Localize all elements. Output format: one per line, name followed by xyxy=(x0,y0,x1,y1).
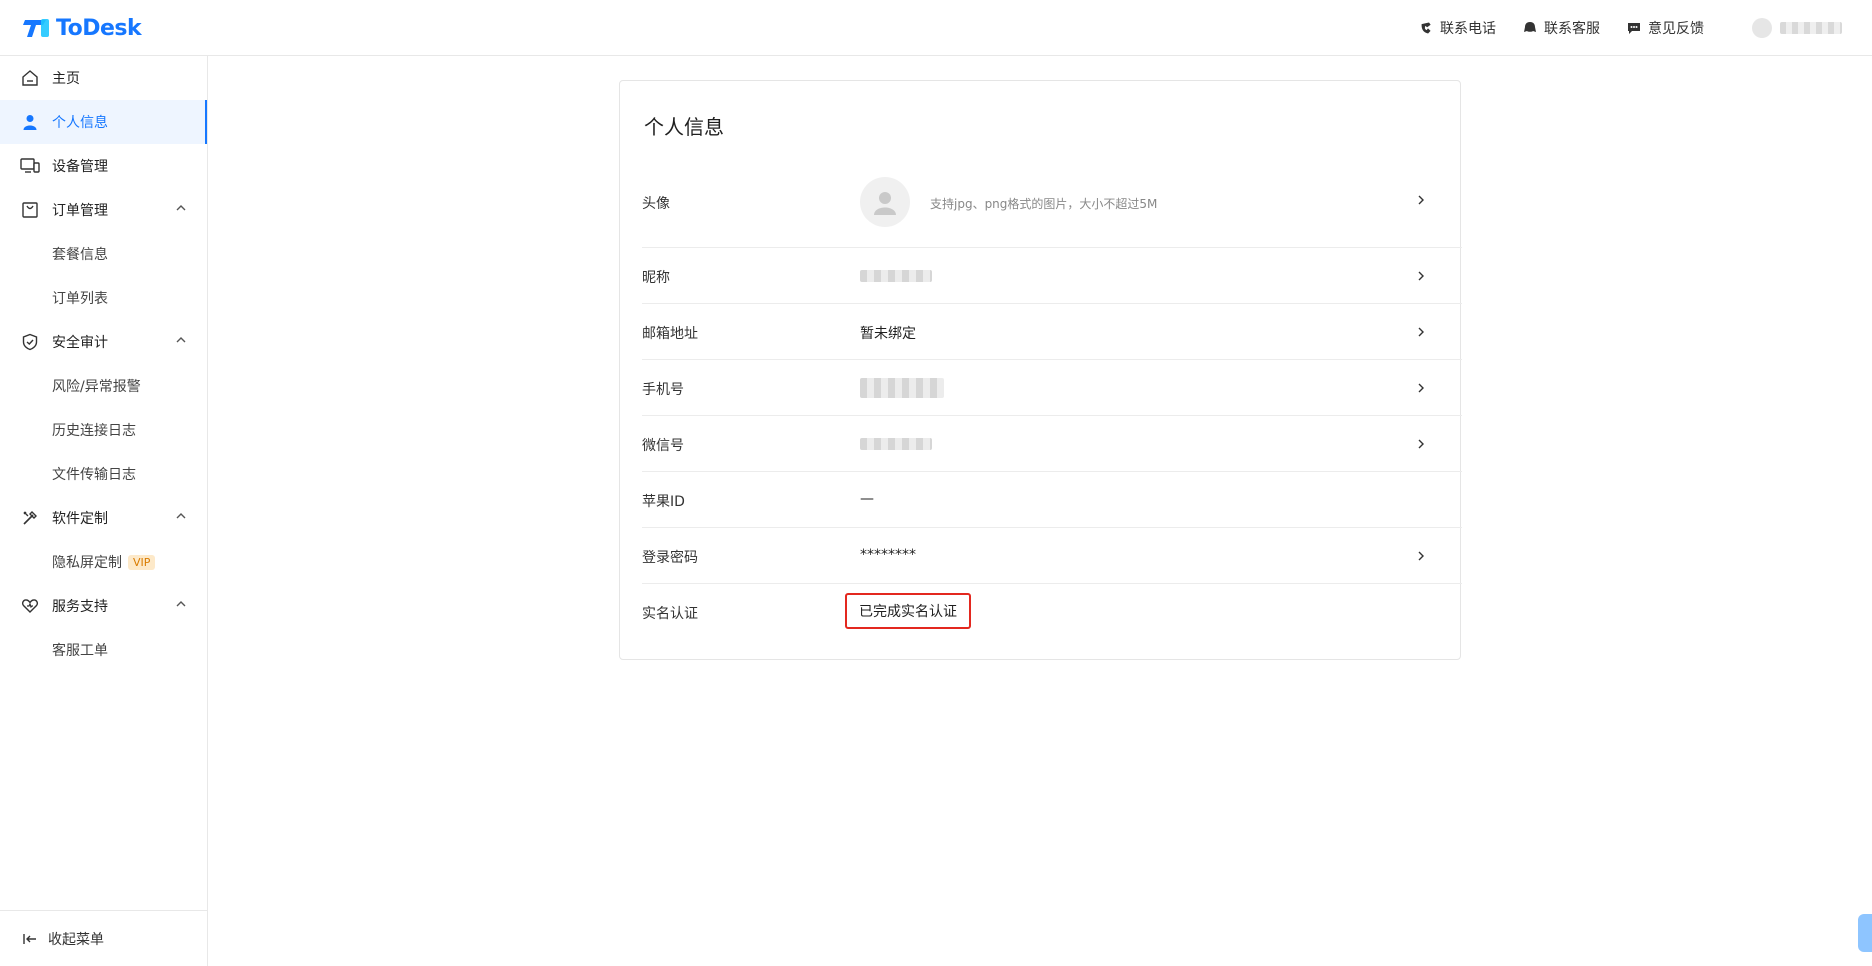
sidebar-item-label: 订单管理 xyxy=(52,203,108,219)
user-menu[interactable] xyxy=(1752,18,1842,38)
real-name-label: 实名认证 xyxy=(642,606,698,622)
sidebar-subitem-connection-log[interactable]: 历史连接日志 xyxy=(0,408,207,452)
wechat-label: 微信号 xyxy=(642,438,684,454)
sidebar-subitem-service-ticket[interactable]: 客服工单 xyxy=(0,628,207,672)
logo-text: ToDesk xyxy=(56,15,142,41)
apple-id-value: — xyxy=(860,491,874,507)
chat-bubble-icon xyxy=(1522,20,1538,36)
contact-service-label: 联系客服 xyxy=(1544,21,1600,37)
sidebar-item-orders[interactable]: 订单管理 xyxy=(0,188,207,232)
chevron-right-icon[interactable] xyxy=(1416,439,1426,449)
chevron-up-icon[interactable] xyxy=(175,334,187,346)
password-label: 登录密码 xyxy=(642,550,698,566)
contact-phone-label: 联系电话 xyxy=(1440,21,1496,37)
bag-icon xyxy=(20,200,40,220)
nickname-label: 昵称 xyxy=(642,270,670,286)
home-icon xyxy=(20,68,40,88)
sidebar-item-profile[interactable]: 个人信息 xyxy=(0,100,207,144)
feedback-label: 意见反馈 xyxy=(1648,21,1704,37)
sidebar-item-label: 软件定制 xyxy=(52,511,108,527)
user-avatar xyxy=(1752,18,1772,38)
contact-service-link[interactable]: 联系客服 xyxy=(1522,18,1600,38)
avatar-hint: 支持jpg、png格式的图片，大小不超过5M xyxy=(930,197,1158,211)
sidebar-item-devices[interactable]: 设备管理 xyxy=(0,144,207,188)
top-header: ToDesk 联系电话 联系客服 意见反馈 xyxy=(0,0,1872,56)
phone-icon xyxy=(1418,20,1434,36)
chevron-right-icon[interactable] xyxy=(1416,327,1426,337)
sidebar-subitem-package[interactable]: 套餐信息 xyxy=(0,232,207,276)
collapse-arrow-icon xyxy=(23,933,36,944)
profile-card: 个人信息 头像 支持jpg、png格式的图片，大小不超过5M 昵称 邮箱地址 暂… xyxy=(619,80,1462,660)
email-row[interactable]: 邮箱地址 暂未绑定 xyxy=(642,304,1462,360)
contact-phone-link[interactable]: 联系电话 xyxy=(1418,18,1496,38)
page-title: 个人信息 xyxy=(644,115,724,139)
apple-id-row: 苹果ID — xyxy=(642,472,1462,528)
email-label: 邮箱地址 xyxy=(642,326,698,342)
shield-icon xyxy=(20,332,40,352)
chevron-right-icon[interactable] xyxy=(1416,551,1426,561)
sidebar-item-home[interactable]: 主页 xyxy=(0,56,207,100)
email-value: 暂未绑定 xyxy=(860,326,916,342)
real-name-verified-highlight: 已完成实名认证 xyxy=(845,593,971,629)
collapse-menu-button[interactable]: 收起菜单 xyxy=(0,910,207,966)
sidebar-item-security[interactable]: 安全审计 xyxy=(0,320,207,364)
todesk-logo[interactable]: ToDesk xyxy=(22,14,142,42)
password-row[interactable]: 登录密码 ******** xyxy=(642,528,1462,584)
user-icon xyxy=(20,112,40,132)
username-redacted xyxy=(1780,22,1842,34)
devices-icon xyxy=(20,156,40,176)
apple-id-label: 苹果ID xyxy=(642,494,685,510)
wechat-row[interactable]: 微信号 xyxy=(642,416,1462,472)
sidebar: 主页 个人信息 设备管理 订单管理 套餐信息 订单列表 安全审计 风险/异常报警… xyxy=(0,56,208,966)
sidebar-item-label: 服务支持 xyxy=(52,599,108,615)
sidebar-subitem-order-list[interactable]: 订单列表 xyxy=(0,276,207,320)
phone-label: 手机号 xyxy=(642,382,684,398)
floating-side-tab[interactable] xyxy=(1858,914,1872,952)
sidebar-item-support[interactable]: 服务支持 xyxy=(0,584,207,628)
password-value: ******** xyxy=(860,547,916,563)
nickname-row[interactable]: 昵称 xyxy=(642,248,1462,304)
real-name-row: 实名认证 已完成实名认证 xyxy=(642,584,1462,640)
chevron-up-icon[interactable] xyxy=(175,202,187,214)
user-placeholder-icon xyxy=(874,192,896,215)
chevron-up-icon[interactable] xyxy=(175,598,187,610)
sidebar-item-label: 设备管理 xyxy=(52,159,108,175)
chevron-right-icon[interactable] xyxy=(1416,271,1426,281)
chevron-right-icon[interactable] xyxy=(1416,383,1426,393)
avatar-placeholder[interactable] xyxy=(860,177,910,227)
heart-icon xyxy=(20,596,40,616)
real-name-value: 已完成实名认证 xyxy=(859,604,957,620)
sidebar-subitem-file-transfer-log[interactable]: 文件传输日志 xyxy=(0,452,207,496)
sidebar-subitem-privacy-screen[interactable]: 隐私屏定制 VIP xyxy=(0,540,207,584)
feedback-icon xyxy=(1626,20,1642,36)
wechat-redacted xyxy=(860,438,932,450)
phone-row[interactable]: 手机号 xyxy=(642,360,1462,416)
sidebar-item-label: 主页 xyxy=(52,71,80,87)
phone-redacted xyxy=(860,378,944,398)
sidebar-subitem-label: 隐私屏定制 xyxy=(52,555,122,571)
vip-badge: VIP xyxy=(128,554,156,570)
sidebar-item-label: 安全审计 xyxy=(52,335,108,351)
nickname-redacted xyxy=(860,270,932,282)
todesk-logo-icon xyxy=(23,19,49,37)
chevron-up-icon[interactable] xyxy=(175,510,187,522)
sidebar-subitem-risk-alerts[interactable]: 风险/异常报警 xyxy=(0,364,207,408)
sidebar-item-label: 个人信息 xyxy=(52,115,108,131)
tools-icon xyxy=(20,508,40,528)
chevron-right-icon[interactable] xyxy=(1416,195,1426,205)
feedback-link[interactable]: 意见反馈 xyxy=(1626,18,1704,38)
avatar-row[interactable]: 头像 支持jpg、png格式的图片，大小不超过5M xyxy=(642,157,1462,248)
collapse-menu-label: 收起菜单 xyxy=(48,931,104,948)
avatar-label: 头像 xyxy=(642,196,670,212)
sidebar-item-customization[interactable]: 软件定制 xyxy=(0,496,207,540)
